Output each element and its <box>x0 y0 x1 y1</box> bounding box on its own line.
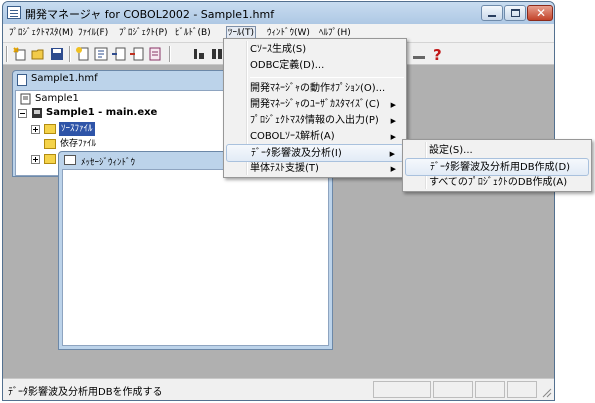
menu-item-label: すべてのﾌﾟﾛｼﾞｪｸﾄのDB作成(A) <box>429 177 568 188</box>
svg-text:?: ? <box>433 46 442 62</box>
status-panel <box>475 381 505 398</box>
submenu-item-create-all-project-db[interactable]: すべてのﾌﾟﾛｼﾞｪｸﾄのDB作成(A) <box>405 174 589 192</box>
minimize-button[interactable] <box>481 5 503 21</box>
menu-item-label: 単体ﾃｽﾄ支援(T) <box>250 163 319 174</box>
new-project-icon[interactable] <box>13 46 29 62</box>
app-icon <box>7 6 21 19</box>
menu-item-odbc-definition[interactable]: ODBC定義(D)... <box>226 57 404 75</box>
project-master-icon <box>20 93 31 105</box>
open-folder-icon[interactable] <box>31 46 47 62</box>
maximize-button[interactable] <box>504 5 526 21</box>
message-output[interactable] <box>62 169 329 346</box>
status-panel <box>507 381 537 398</box>
menu-build[interactable]: ﾋﾞﾙﾄﾞ(B) <box>173 27 213 41</box>
document-icon <box>17 74 27 86</box>
properties-icon[interactable] <box>147 46 163 62</box>
window-layout-icon[interactable] <box>411 46 427 62</box>
message-window-title: ﾒｯｾｰｼﾞｳｨﾝﾄﾞｳ <box>81 158 136 168</box>
menu-project[interactable]: ﾌﾟﾛｼﾞｪｸﾄ(P) <box>117 27 169 41</box>
status-panel <box>373 381 431 398</box>
menu-item-label: ODBC定義(D)... <box>250 60 325 71</box>
tree-node-label: Sample1 - main.exe <box>46 107 158 118</box>
title-bar[interactable]: 開発マネージャ for COBOL2002 - Sample1.hmf ✕ <box>3 2 554 24</box>
maximize-icon <box>511 9 520 17</box>
tree-node-label: ｿｰｽﾌｧｲﾙ <box>59 122 95 136</box>
folder-icon <box>44 154 56 164</box>
submenu-arrow-icon: ▶ <box>390 165 396 173</box>
add-file-icon[interactable] <box>111 46 127 62</box>
toolbar-grip <box>6 46 8 62</box>
message-window-icon <box>64 155 76 165</box>
project-tree-title: Sample1.hmf <box>31 73 98 84</box>
project-icon <box>32 108 42 118</box>
menu-file[interactable]: ﾌｧｲﾙ(F) <box>76 27 110 41</box>
help-icon[interactable]: ? <box>429 46 445 62</box>
tree-node-label: 依存ﾌｧｲﾙ <box>60 139 97 149</box>
window-title: 開発マネージャ for COBOL2002 - Sample1.hmf <box>25 8 275 21</box>
close-icon: ✕ <box>536 6 547 20</box>
tree-node-label: Sample1 <box>35 93 79 104</box>
status-bar: ﾃﾞｰﾀ影響波及分析用DBを作成する <box>3 378 554 400</box>
expand-icon[interactable] <box>31 125 40 134</box>
minimize-icon <box>488 15 496 17</box>
build-icon[interactable] <box>191 46 207 62</box>
menu-item-unit-test-support[interactable]: 単体ﾃｽﾄ支援(T) ▶ <box>226 160 404 178</box>
save-icon[interactable] <box>49 46 65 62</box>
remove-file-icon[interactable] <box>129 46 145 62</box>
data-impact-analysis-submenu: 設定(S)... ﾃﾞｰﾀ影響波及分析用DB作成(D) すべてのﾌﾟﾛｼﾞｪｸﾄ… <box>402 139 592 192</box>
toolbar-separator <box>69 46 71 62</box>
folder-icon <box>44 139 56 149</box>
expand-icon[interactable] <box>31 155 40 164</box>
tree-view-icon[interactable] <box>93 46 109 62</box>
status-text: ﾃﾞｰﾀ影響波及分析用DBを作成する <box>8 387 163 398</box>
project-tree-titlebar[interactable]: Sample1.hmf <box>13 71 254 89</box>
new-file-icon[interactable] <box>75 46 91 62</box>
message-window: ﾒｯｾｰｼﾞｳｨﾝﾄﾞｳ <box>58 151 333 350</box>
tools-menu: Cｿｰｽ生成(S) ODBC定義(D)... 開発ﾏﾈｰｼﾞｬの動作ｵﾌﾟｼｮﾝ… <box>223 38 407 178</box>
resize-grip-icon[interactable] <box>540 386 552 398</box>
status-panel <box>433 381 473 398</box>
toolbar-separator <box>169 46 171 62</box>
collapse-icon[interactable] <box>18 109 27 118</box>
menu-separator <box>250 77 404 78</box>
menu-project-master[interactable]: ﾌﾟﾛｼﾞｪｸﾄﾏｽﾀ(M) <box>7 27 75 41</box>
close-button[interactable]: ✕ <box>527 5 553 21</box>
folder-icon <box>44 124 56 134</box>
